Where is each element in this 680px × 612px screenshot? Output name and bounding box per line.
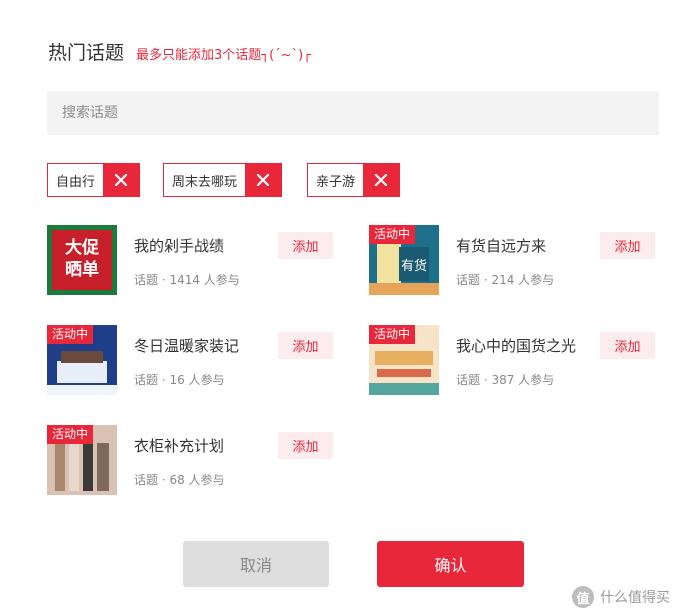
add-topic-button[interactable]: 添加 — [278, 432, 333, 459]
topic-meta: 话题 · 1414 人参与 — [134, 273, 240, 287]
topic-meta: 话题 · 68 人参与 — [134, 473, 225, 487]
topic-name: 我心中的国货之光 — [456, 337, 577, 355]
tag-label: 自由行 — [56, 174, 96, 190]
cancel-button[interactable]: 取消 — [183, 541, 329, 587]
topic-thumbnail: 大促 晒单 — [47, 225, 117, 295]
topic-meta: 话题 · 16 人参与 — [134, 373, 225, 387]
topic-name: 我的剁手战绩 — [134, 237, 225, 255]
activity-badge: 活动中 — [47, 425, 94, 444]
close-icon — [374, 173, 388, 187]
topic-item: 活动中 衣柜补充计划 话题 · 68 人参与 添加 — [47, 425, 337, 495]
search-input[interactable] — [60, 104, 659, 122]
topic-name: 衣柜补充计划 — [134, 437, 225, 455]
watermark: 值 什么值得买 — [572, 586, 670, 608]
topic-item: 大促 晒单 我的剁手战绩 话题 · 1414 人参与 添加 — [47, 225, 337, 295]
thumb-text: 大促 — [65, 238, 99, 258]
tag-label: 周末去哪玩 — [172, 174, 238, 190]
topic-thumbnail: 有货 活动中 — [369, 225, 439, 295]
topic-meta: 话题 · 214 人参与 — [456, 273, 555, 287]
header: 热门话题 最多只能添加3个话题┐(´~`)┌ — [48, 38, 311, 65]
thumb-text: 晒单 — [65, 260, 99, 280]
remove-tag-button[interactable] — [103, 164, 140, 196]
activity-badge: 活动中 — [369, 225, 416, 244]
activity-badge: 活动中 — [47, 325, 94, 344]
search-box[interactable] — [47, 91, 659, 135]
topic-thumbnail: 活动中 — [47, 425, 117, 495]
topic-meta: 话题 · 387 人参与 — [456, 373, 555, 387]
remove-tag-button[interactable] — [363, 164, 400, 196]
thumb-text: 有货 — [399, 247, 429, 281]
tag-label: 亲子游 — [316, 174, 356, 190]
watermark-text: 什么值得买 — [600, 590, 670, 606]
activity-badge: 活动中 — [369, 325, 416, 344]
smzdm-logo-icon: 值 — [572, 586, 594, 608]
remove-tag-button[interactable] — [245, 164, 282, 196]
topic-name: 有货自远方来 — [456, 237, 547, 255]
limit-hint: 最多只能添加3个话题┐(´~`)┌ — [136, 48, 311, 63]
tag-chip: 亲子游 — [307, 163, 401, 197]
topic-thumbnail: 活动中 — [369, 325, 439, 395]
confirm-button[interactable]: 确认 — [377, 541, 524, 587]
topic-item: 有货 活动中 有货自远方来 话题 · 214 人参与 添加 — [369, 225, 659, 295]
topic-item: 活动中 冬日温暖家装记 话题 · 16 人参与 添加 — [47, 325, 337, 395]
topic-item: 活动中 我心中的国货之光 话题 · 387 人参与 添加 — [369, 325, 659, 395]
dialog-title: 热门话题 — [48, 42, 125, 64]
tag-chip: 自由行 — [47, 163, 141, 197]
add-topic-button[interactable]: 添加 — [278, 332, 333, 359]
add-topic-button[interactable]: 添加 — [278, 232, 333, 259]
close-icon — [114, 173, 128, 187]
close-icon — [256, 173, 270, 187]
tag-chip: 周末去哪玩 — [163, 163, 283, 197]
add-topic-button[interactable]: 添加 — [600, 332, 655, 359]
topic-name: 冬日温暖家装记 — [134, 337, 240, 355]
add-topic-button[interactable]: 添加 — [600, 232, 655, 259]
topic-thumbnail: 活动中 — [47, 325, 117, 395]
